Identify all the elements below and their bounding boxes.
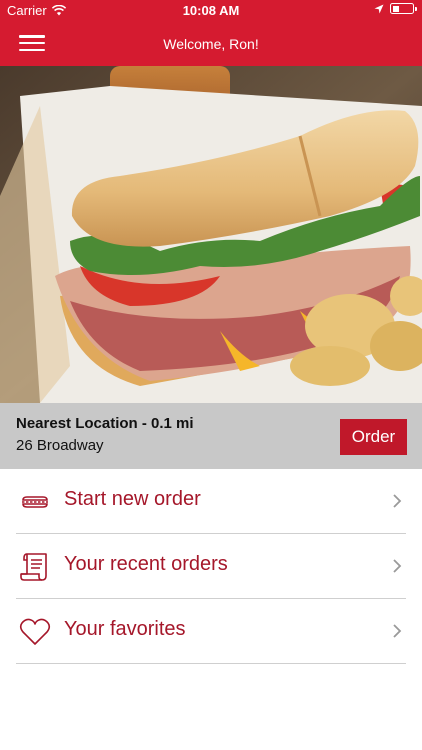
- chevron-right-icon: [393, 624, 402, 638]
- heart-icon: [19, 618, 51, 645]
- nav-bar: Welcome, Ron!: [0, 22, 422, 66]
- favorites-label: Your favorites: [64, 618, 186, 640]
- clock: 10:08 AM: [182, 3, 240, 18]
- start-new-order-item[interactable]: Start new order: [16, 469, 406, 534]
- nearest-location-title: Nearest Location - 0.1 mi: [16, 415, 194, 432]
- location-address: 26 Broadway: [16, 437, 104, 454]
- nearest-location-bar: Nearest Location - 0.1 mi 26 Broadway Or…: [0, 403, 422, 469]
- main-menu-list: Start new order Your recent orders Your …: [0, 469, 422, 664]
- recent-orders-label: Your recent orders: [64, 553, 228, 575]
- status-bar: Carrier 10:08 AM: [0, 0, 422, 22]
- sandwich-icon: [22, 496, 48, 508]
- sandwich-photo: [0, 66, 422, 403]
- chevron-right-icon: [393, 559, 402, 573]
- battery-icon: [390, 3, 417, 14]
- location-arrow-icon: [374, 4, 384, 13]
- favorites-item[interactable]: Your favorites: [16, 599, 406, 664]
- order-button[interactable]: Order: [340, 419, 407, 455]
- recent-orders-item[interactable]: Your recent orders: [16, 534, 406, 599]
- welcome-title: Welcome, Ron!: [163, 36, 259, 52]
- chevron-right-icon: [393, 494, 402, 508]
- app-header: Carrier 10:08 AM Welcome, Ron!: [0, 0, 422, 66]
- start-new-order-label: Start new order: [64, 488, 201, 510]
- receipt-icon: [20, 553, 47, 581]
- status-right: [374, 3, 417, 14]
- battery-level: [392, 5, 399, 12]
- hero-image: [0, 66, 422, 403]
